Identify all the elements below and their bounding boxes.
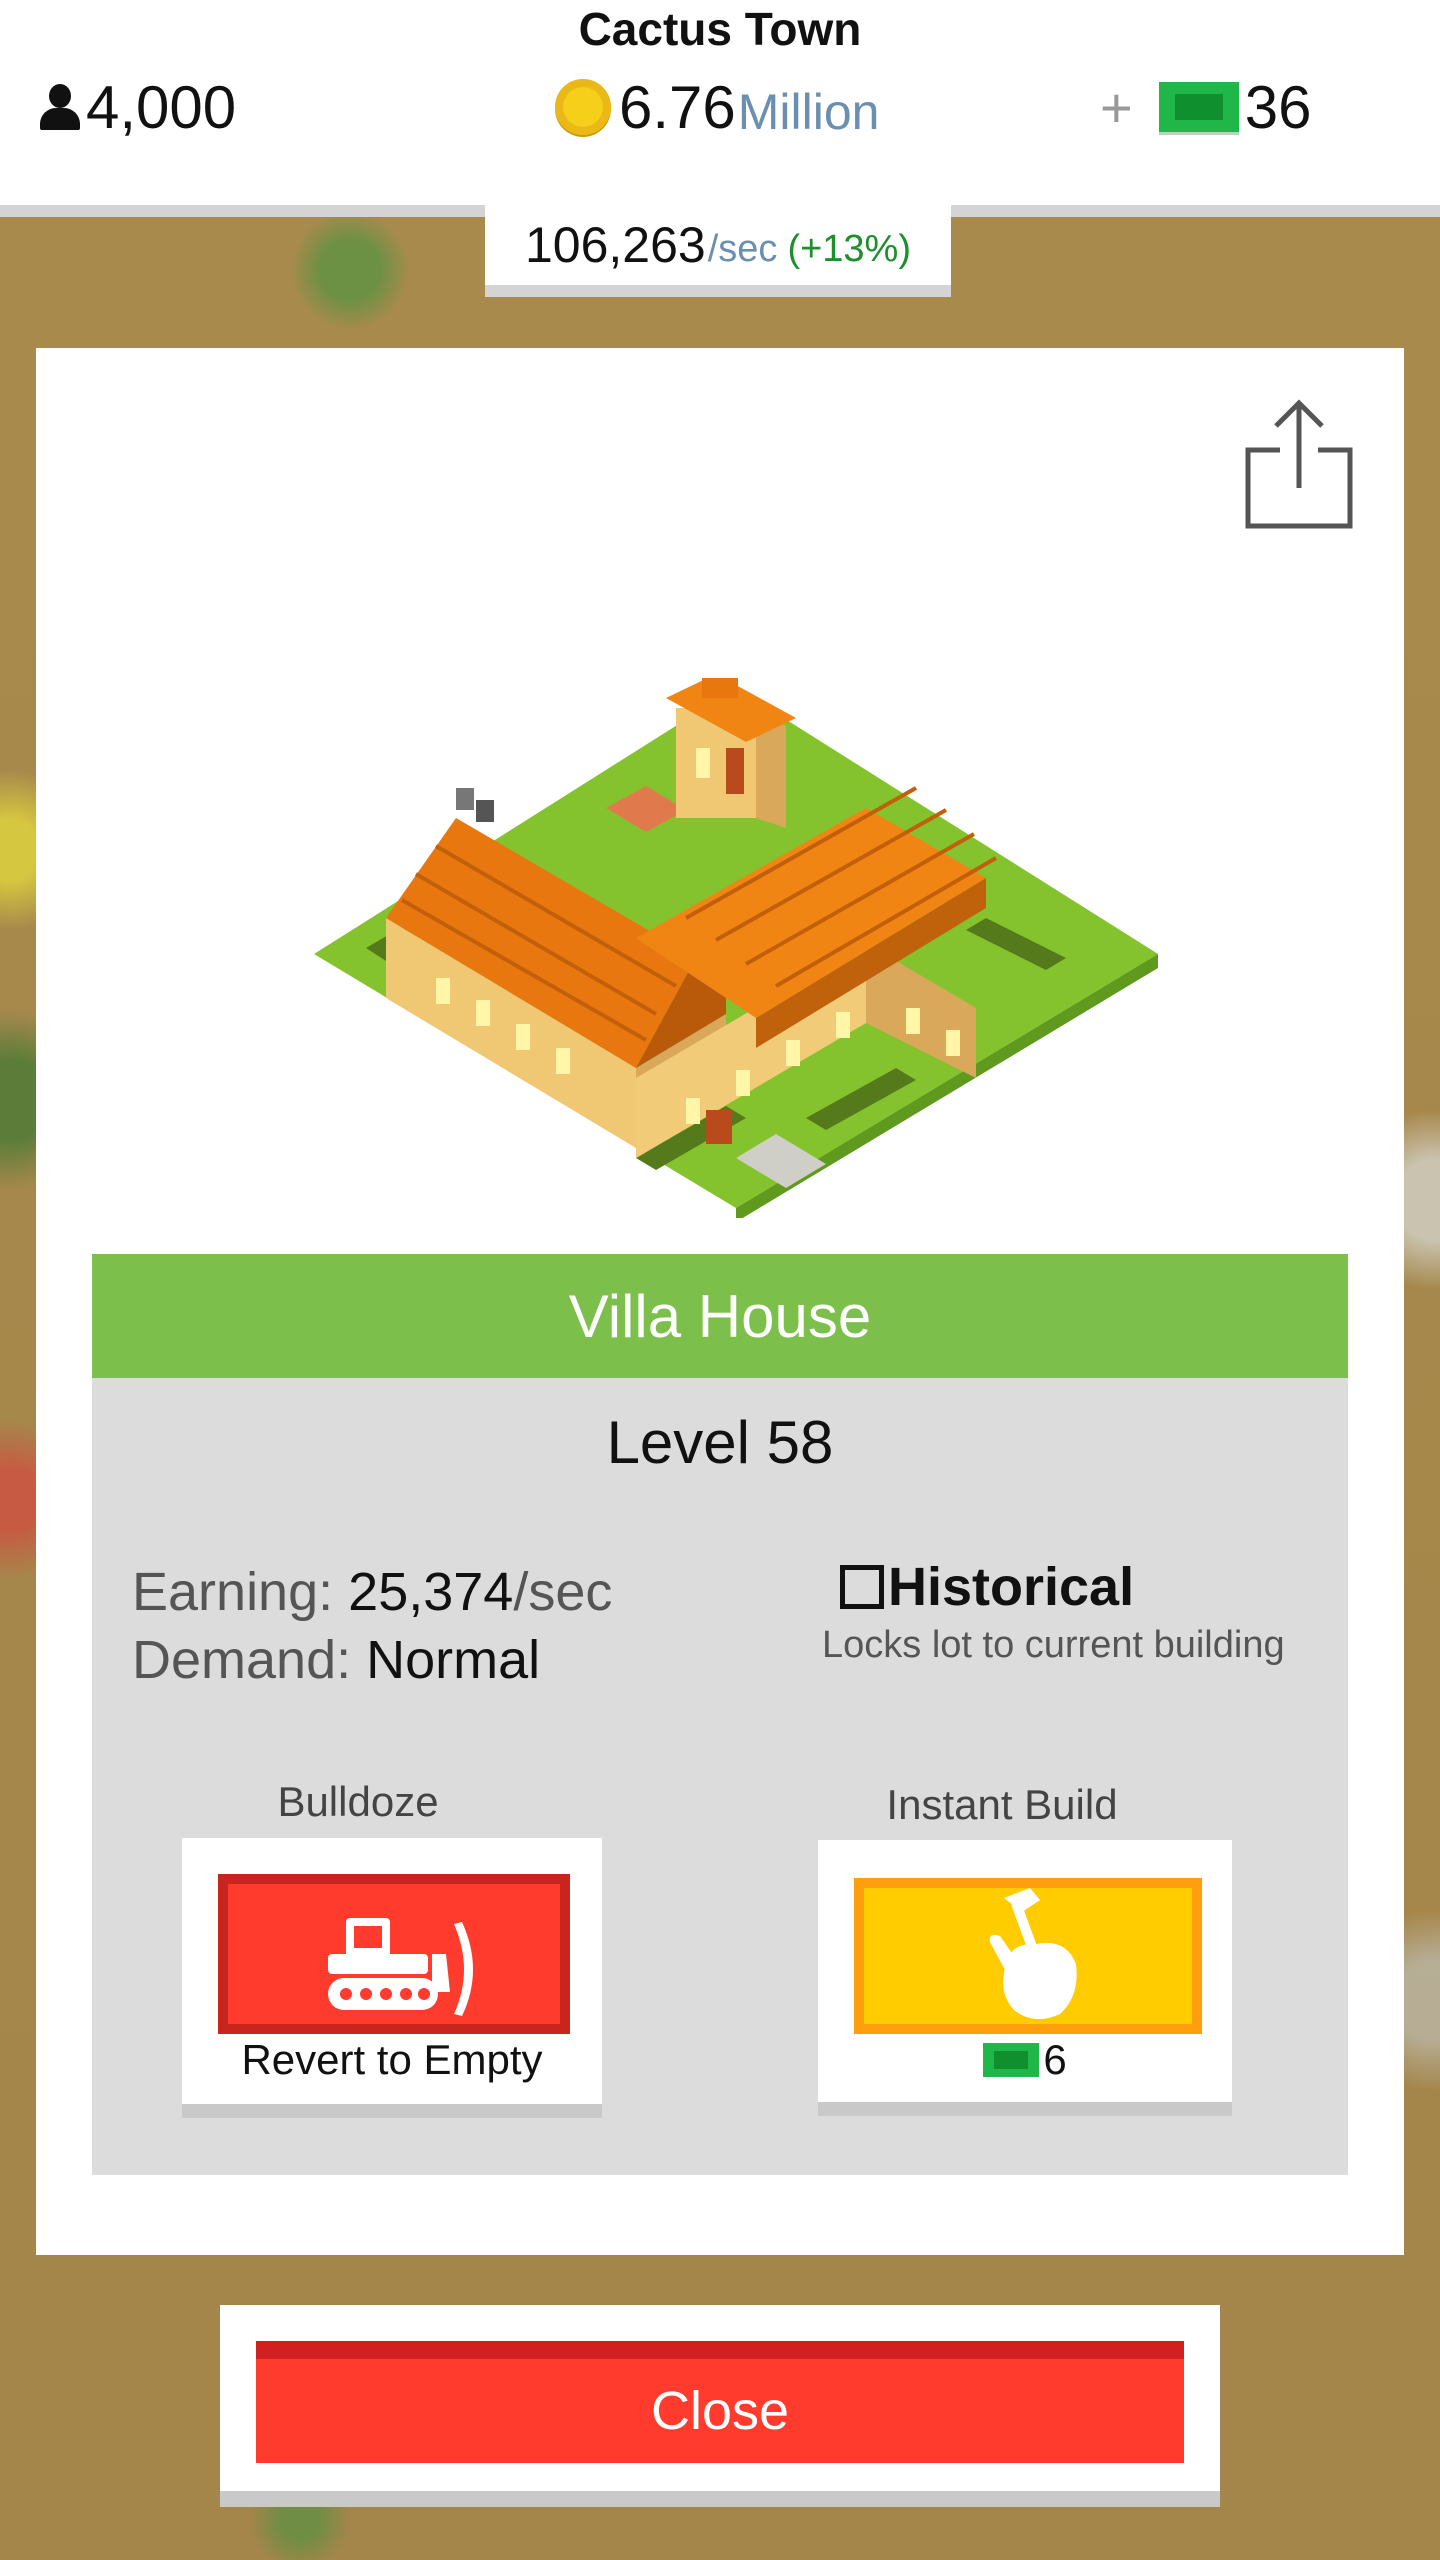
earning-label: Earning: [132,1562,334,1622]
bulldoze-card: Revert to Empty [182,1838,602,2118]
historical-checkbox[interactable] [840,1565,884,1609]
historical-row[interactable]: Historical [840,1556,1332,1618]
cash-value: 36 [1244,73,1312,141]
cash-stat[interactable]: + 36 [1100,72,1311,142]
hammer-hand-icon [989,1888,1077,2020]
instant-build-button[interactable] [854,1878,1202,2034]
earning-value: 25,374 [348,1562,514,1622]
demand-label: Demand: [132,1630,352,1690]
rate-bonus: (+13%) [787,227,911,270]
demand-row: Demand: Normal [132,1626,612,1694]
building-stats: Earning: 25,374/sec Demand: Normal [132,1558,612,1694]
earning-row: Earning: 25,374/sec [132,1558,612,1626]
close-card: Close [220,2305,1220,2507]
money-stat: 6.76 Million [555,72,879,142]
top-bar: Cactus Town 4,000 6.76 Million + 36 [0,0,1440,205]
rate-unit: /sec [707,227,778,270]
historical-label: Historical [888,1557,1135,1617]
add-cash-button[interactable]: + [1100,75,1133,140]
villa-house-image [314,678,1158,1218]
bulldoze-button[interactable] [218,1874,570,2034]
earning-unit: /sec [513,1562,613,1622]
town-name: Cactus Town [578,3,862,55]
bulldozer-icon [328,1918,473,2016]
demand-value: Normal [366,1630,541,1690]
population-value: 4,000 [86,73,237,141]
money-value: 6.76 [619,73,736,141]
close-button[interactable]: Close [256,2341,1184,2463]
bulldoze-caption: Bulldoze [277,1778,439,1825]
building-name-banner: Villa House [92,1254,1348,1378]
income-rate: 106,263 /sec (+13%) [485,205,951,297]
rate-value: 106,263 [524,217,706,273]
historical-toggle[interactable]: Historical Locks lot to current building [792,1556,1332,1667]
person-icon [38,82,82,132]
building-level: Level 58 [606,1409,834,1476]
population-stat: 4,000 [38,72,236,142]
money-unit: Million [737,84,880,140]
share-icon[interactable] [1244,398,1354,530]
instant-build-card: 6 [818,1840,1232,2116]
cash-icon [983,2043,1040,2077]
cash-icon [1158,82,1239,132]
instant-build-caption: Instant Build [886,1781,1118,1828]
instant-build-cost: 6 [818,2036,1232,2084]
historical-note: Locks lot to current building [822,1624,1285,1666]
bulldoze-label: Revert to Empty [241,2036,543,2083]
instant-build-cost-value: 6 [1043,2036,1067,2083]
coin-icon [555,79,611,135]
